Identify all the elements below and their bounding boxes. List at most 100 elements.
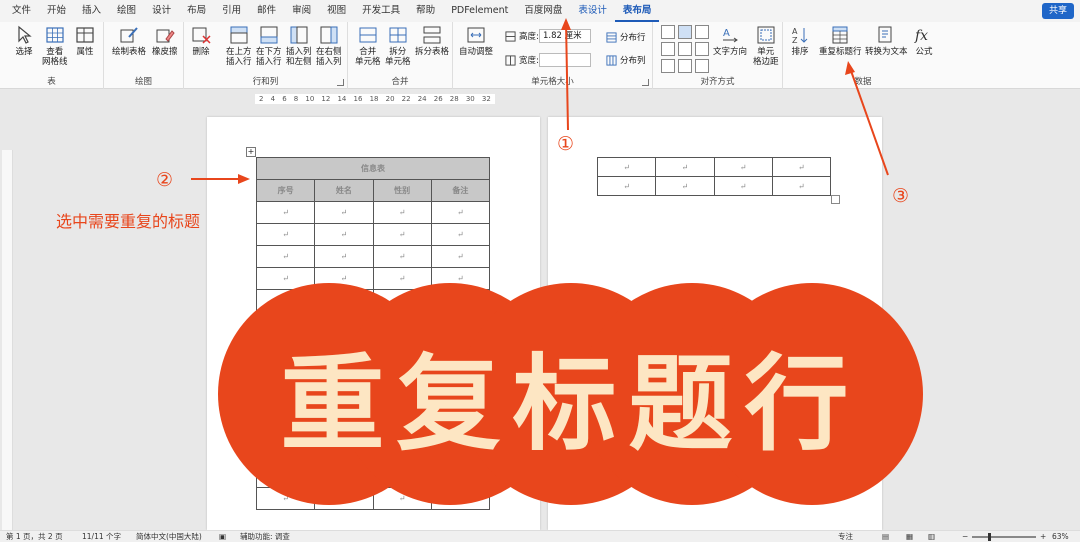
menu-item-4[interactable]: 设计 <box>144 0 179 22</box>
menu-item-3[interactable]: 绘图 <box>109 0 144 22</box>
menu-item-5[interactable]: 布局 <box>179 0 214 22</box>
width-input[interactable] <box>539 53 591 67</box>
zoom-in-icon[interactable]: + <box>1040 531 1046 542</box>
header-cell-1[interactable]: 姓名 <box>314 179 374 202</box>
menu-item-10[interactable]: 开发工具 <box>354 0 408 22</box>
formula-button[interactable]: fx 公式 <box>914 25 934 57</box>
table-cell[interactable]: ↵ <box>314 201 374 224</box>
menu-item-1[interactable]: 开始 <box>39 0 74 22</box>
table-row[interactable]: ↵↵↵↵ <box>255 245 491 268</box>
select-button[interactable]: 选择 <box>14 25 34 57</box>
cell-size-dialog-launcher[interactable] <box>642 79 649 86</box>
insert-above-button[interactable]: 在上方 插入行 <box>226 25 252 67</box>
split-cells-button[interactable]: 拆分 单元格 <box>385 25 411 67</box>
table-cell[interactable]: ↵ <box>255 223 316 246</box>
page-count[interactable]: 第 1 页，共 2 页 <box>6 531 63 542</box>
align-cell-1-2[interactable] <box>695 42 709 56</box>
table-resize-handle[interactable] <box>831 195 840 204</box>
web-layout-icon[interactable]: ▥ <box>928 531 935 542</box>
zoom-level[interactable]: 63% <box>1052 531 1069 542</box>
align-cell-2-1[interactable] <box>678 59 692 73</box>
view-gridlines-button[interactable]: 查看 网格线 <box>42 25 68 67</box>
share-button[interactable]: 共享 <box>1041 3 1074 19</box>
accessibility-status[interactable]: 辅助功能: 调查 <box>240 531 290 542</box>
table-header-row[interactable]: 序号 姓名 性别 备注 <box>255 179 491 202</box>
insert-below-button[interactable]: 在下方 插入行 <box>256 25 282 67</box>
menu-item-2[interactable]: 插入 <box>74 0 109 22</box>
table-cell[interactable]: ↵ <box>372 245 432 268</box>
convert-to-text-button[interactable]: 转换为文本 <box>865 25 908 57</box>
text-direction-button[interactable]: A 文字方向 <box>713 25 747 57</box>
table-cell[interactable]: ↵ <box>596 176 657 196</box>
table-cell[interactable]: ↵ <box>372 201 432 224</box>
split-table-button[interactable]: 拆分表格 <box>415 25 449 57</box>
delete-button[interactable]: 删除 <box>191 25 211 57</box>
header-cell-0[interactable]: 序号 <box>255 179 316 202</box>
height-input[interactable]: 1.82 厘米 <box>539 29 591 43</box>
align-cell-1-0[interactable] <box>661 42 675 56</box>
align-cell-1-1[interactable] <box>678 42 692 56</box>
zoom-slider[interactable] <box>972 533 1036 541</box>
distribute-rows-button[interactable]: 分布行 <box>606 31 646 43</box>
table-cell[interactable]: ↵ <box>255 245 316 268</box>
table-row[interactable]: ↵↵↵↵ <box>255 223 491 246</box>
autofit-button[interactable]: 自动调整 <box>459 25 493 57</box>
continued-table[interactable]: ↵ ↵ ↵ ↵ ↵ ↵ ↵ ↵ <box>596 157 832 196</box>
menu-item-6[interactable]: 引用 <box>214 0 249 22</box>
menu-item-9[interactable]: 视图 <box>319 0 354 22</box>
table-cell[interactable]: ↵ <box>771 176 832 196</box>
table-row[interactable]: ↵↵↵↵ <box>255 201 491 224</box>
align-cell-0-2[interactable] <box>695 25 709 39</box>
merge-cells-button[interactable]: 合并 单元格 <box>355 25 381 67</box>
table-cell[interactable]: ↵ <box>713 176 773 196</box>
zoom-out-icon[interactable]: − <box>962 531 968 542</box>
menu-item-8[interactable]: 审阅 <box>284 0 319 22</box>
properties-button[interactable]: 属性 <box>75 25 95 57</box>
menu-item-0[interactable]: 文件 <box>4 0 39 22</box>
align-cell-2-0[interactable] <box>661 59 675 73</box>
table-title-cell[interactable]: 信息表 <box>256 157 490 180</box>
header-cell-3[interactable]: 备注 <box>430 179 491 202</box>
print-layout-icon[interactable]: ▦ <box>906 531 913 542</box>
table-cell[interactable]: ↵ <box>314 223 374 246</box>
menu-item-14[interactable]: 表设计 <box>570 0 615 22</box>
eraser-button[interactable]: 橡皮擦 <box>152 25 178 57</box>
focus-mode[interactable]: 专注 <box>838 531 853 542</box>
zoom-slider-thumb[interactable] <box>988 533 991 541</box>
word-count[interactable]: 11/11 个字 <box>82 531 121 542</box>
table-cell[interactable]: ↵ <box>655 157 715 177</box>
table-cell[interactable]: ↵ <box>771 157 832 177</box>
language-indicator[interactable]: 简体中文(中国大陆) <box>136 531 202 542</box>
menu-item-13[interactable]: 百度网盘 <box>516 0 570 22</box>
distribute-columns-button[interactable]: 分布列 <box>606 54 646 66</box>
table-cell[interactable]: ↵ <box>596 157 657 177</box>
table-cell[interactable]: ↵ <box>655 176 715 196</box>
horizontal-ruler[interactable]: 2 4 6 8 10 12 14 16 18 20 22 24 26 28 30 32 <box>255 94 495 104</box>
table-cell[interactable]: ↵ <box>430 223 491 246</box>
draw-table-button[interactable]: 绘制表格 <box>112 25 146 57</box>
insert-left-button[interactable]: 插入列 和左侧 <box>286 25 312 67</box>
table-cell[interactable]: ↵ <box>372 223 432 246</box>
cell-margins-button[interactable]: 单元 格边距 <box>753 25 779 67</box>
table-row[interactable]: ↵↵↵↵ <box>596 176 832 196</box>
menu-item-11[interactable]: 帮助 <box>408 0 443 22</box>
sort-button[interactable]: AZ 排序 <box>790 25 810 57</box>
header-cell-2[interactable]: 性别 <box>372 179 432 202</box>
table-cell[interactable]: ↵ <box>430 201 491 224</box>
menu-item-12[interactable]: PDFelement <box>443 0 516 22</box>
read-mode-icon[interactable]: ▤ <box>882 531 889 542</box>
insert-right-button[interactable]: 在右侧 插入列 <box>316 25 342 67</box>
align-cell-0-1[interactable] <box>678 25 692 39</box>
table-cell[interactable]: ↵ <box>713 157 773 177</box>
table-cell[interactable]: ↵ <box>255 201 316 224</box>
table-move-handle[interactable]: + <box>246 147 256 157</box>
table-cell[interactable]: ↵ <box>430 245 491 268</box>
repeat-header-rows-button[interactable]: 重复标题行 <box>819 25 862 57</box>
proofing-icon[interactable]: ▣ <box>219 531 226 542</box>
table-title-row[interactable]: 信息表 <box>256 157 490 180</box>
table-row[interactable]: ↵↵↵↵ <box>596 157 832 177</box>
align-cell-2-2[interactable] <box>695 59 709 73</box>
align-cell-0-0[interactable] <box>661 25 675 39</box>
table-cell[interactable]: ↵ <box>314 245 374 268</box>
menu-item-15[interactable]: 表布局 <box>614 1 660 22</box>
